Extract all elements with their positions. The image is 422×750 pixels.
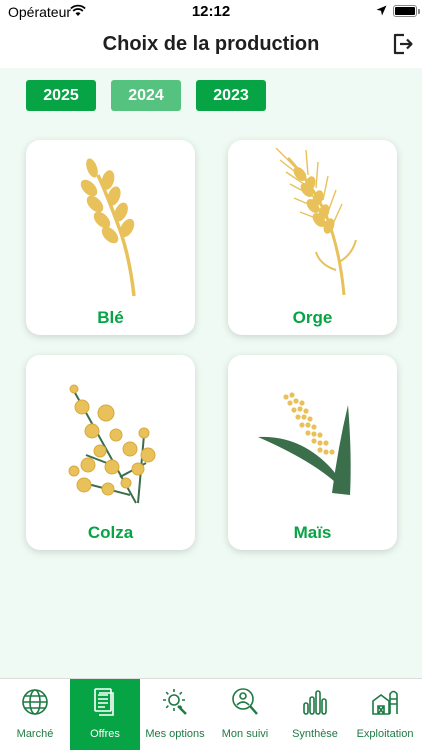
- documents-icon: [94, 688, 114, 716]
- tab-label: Exploitation: [356, 728, 414, 740]
- page-title: Choix de la production: [102, 33, 320, 55]
- tab-bar: Marché Offres Mes options Mon suivi Synt…: [0, 678, 422, 750]
- gear-wrench-icon: [163, 689, 187, 715]
- corn-icon: [258, 392, 351, 495]
- header: Choix de la production: [0, 24, 422, 68]
- year-button-2023[interactable]: 2023: [196, 80, 266, 111]
- crop-card-mais[interactable]: Maïs: [228, 355, 397, 550]
- status-time: 12:12: [191, 3, 231, 20]
- status-bar: Opérateur 12:12: [0, 0, 422, 24]
- year-button-2025[interactable]: 2025: [26, 80, 96, 111]
- tab-synthese[interactable]: Synthèse: [280, 679, 350, 750]
- rapeseed-icon: [68, 384, 156, 504]
- logout-icon[interactable]: [392, 32, 414, 56]
- location-arrow-icon: [376, 5, 387, 16]
- tab-exploitation[interactable]: Exploitation: [350, 679, 420, 750]
- user-search-icon: [232, 688, 258, 715]
- crop-label-ble: Blé: [97, 308, 124, 327]
- wheat-icon: [80, 158, 136, 297]
- crop-label-colza: Colza: [87, 523, 134, 542]
- tab-marche[interactable]: Marché: [0, 679, 70, 750]
- crop-label-mais: Maïs: [293, 523, 332, 542]
- crop-card-orge[interactable]: Orge: [228, 140, 397, 335]
- battery-icon: [393, 5, 420, 17]
- tab-mon-suivi[interactable]: Mon suivi: [210, 679, 280, 750]
- crop-card-colza[interactable]: Colza: [26, 355, 195, 550]
- crop-label-orge: Orge: [292, 308, 333, 327]
- farm-icon: [372, 690, 398, 715]
- main-content: 2025 2024 2023 Blé Orge Colza Maïs: [0, 68, 422, 678]
- tab-mes-options[interactable]: Mes options: [140, 679, 210, 750]
- bar-chart-icon: [303, 690, 327, 715]
- tab-offres[interactable]: Offres: [70, 679, 140, 750]
- barley-icon: [275, 147, 357, 296]
- crop-card-ble[interactable]: Blé: [26, 140, 195, 335]
- globe-icon: [22, 689, 48, 715]
- year-button-2024[interactable]: 2024: [111, 80, 181, 111]
